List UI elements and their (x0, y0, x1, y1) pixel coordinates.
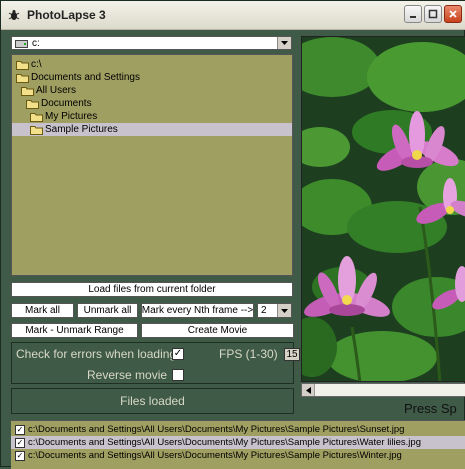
reverse-movie-checkbox[interactable] (172, 369, 184, 381)
image-preview (301, 36, 465, 382)
tree-item-label: Sample Pictures (45, 124, 118, 135)
water-lilies-image (302, 37, 465, 381)
window-title: PhotoLapse 3 (27, 8, 106, 22)
bug-icon (7, 8, 21, 22)
scroll-left-arrow-icon[interactable] (302, 384, 315, 396)
tree-item-sample-pictures[interactable]: Sample Pictures (12, 123, 292, 136)
drive-icon (15, 39, 28, 48)
nth-frame-value: 2 (261, 305, 267, 316)
tree-item-all-users[interactable]: All Users (21, 84, 76, 97)
file-checkbox[interactable]: ✓ (15, 424, 25, 435)
folder-open-icon (16, 60, 29, 70)
unmark-all-button[interactable]: Unmark all (77, 303, 138, 318)
folder-open-icon (26, 99, 39, 109)
tree-item-label: All Users (36, 85, 77, 96)
folder-open-icon (30, 112, 43, 122)
app-window: PhotoLapse 3 c: c:\ Documents and Settin… (0, 0, 465, 469)
press-space-hint: Press Sp (404, 401, 457, 416)
create-movie-button[interactable]: Create Movie (141, 323, 294, 338)
file-row[interactable]: ✓ c:\Documents and Settings\All Users\Do… (11, 423, 465, 436)
reverse-movie-label: Reverse movie (87, 368, 168, 382)
fps-input[interactable]: 15 (284, 348, 300, 361)
folder-tree[interactable]: c:\ Documents and Settings All Users Doc… (11, 54, 293, 276)
tree-item-label: My Pictures (45, 111, 98, 122)
file-checkbox[interactable]: ✓ (15, 450, 25, 461)
close-button[interactable] (444, 5, 462, 23)
fps-label: FPS (1-30) (219, 347, 278, 361)
folder-open-icon (30, 125, 43, 135)
drive-select[interactable]: c: (11, 36, 292, 50)
mark-every-nth-button[interactable]: Mark every Nth frame --> (141, 303, 254, 318)
mark-all-button[interactable]: Mark all (11, 303, 74, 318)
file-checkbox[interactable]: ✓ (15, 437, 25, 448)
options-panel: Check for errors when loading ✓ FPS (1-3… (11, 342, 300, 384)
tree-item-label: Documents and Settings (31, 72, 140, 83)
file-row[interactable]: ✓ c:\Documents and Settings\All Users\Do… (11, 449, 465, 462)
minimize-button[interactable] (404, 5, 422, 23)
tree-item-my-pictures[interactable]: My Pictures (30, 110, 97, 123)
title-bar[interactable]: PhotoLapse 3 (1, 1, 465, 30)
tree-item-c-drive[interactable]: c:\ (16, 58, 42, 71)
file-path: c:\Documents and Settings\All Users\Docu… (28, 424, 405, 435)
folder-open-icon (16, 73, 29, 83)
check-errors-checkbox[interactable]: ✓ (172, 348, 184, 360)
folder-open-icon (21, 86, 34, 96)
preview-horizontal-scrollbar[interactable] (301, 383, 465, 397)
maximize-button[interactable] (424, 5, 442, 23)
check-errors-label: Check for errors when loading (16, 347, 177, 361)
file-path: c:\Documents and Settings\All Users\Docu… (28, 450, 402, 461)
tree-item-documents-and-settings[interactable]: Documents and Settings (16, 71, 140, 84)
tree-item-label: c:\ (31, 59, 42, 70)
load-files-button[interactable]: Load files from current folder (11, 282, 293, 297)
drive-value: c: (32, 37, 40, 49)
nth-frame-dropdown-button[interactable] (277, 304, 291, 317)
drive-dropdown-button[interactable] (277, 37, 291, 49)
status-text: Files loaded (11, 388, 294, 414)
file-list[interactable]: ✓ c:\Documents and Settings\All Users\Do… (11, 420, 465, 469)
tree-item-documents[interactable]: Documents (26, 97, 92, 110)
file-path: c:\Documents and Settings\All Users\Docu… (28, 437, 421, 448)
mark-unmark-range-button[interactable]: Mark - Unmark Range (11, 323, 138, 338)
file-row[interactable]: ✓ c:\Documents and Settings\All Users\Do… (11, 436, 465, 449)
tree-item-label: Documents (41, 98, 92, 109)
nth-frame-select[interactable]: 2 (257, 303, 292, 318)
